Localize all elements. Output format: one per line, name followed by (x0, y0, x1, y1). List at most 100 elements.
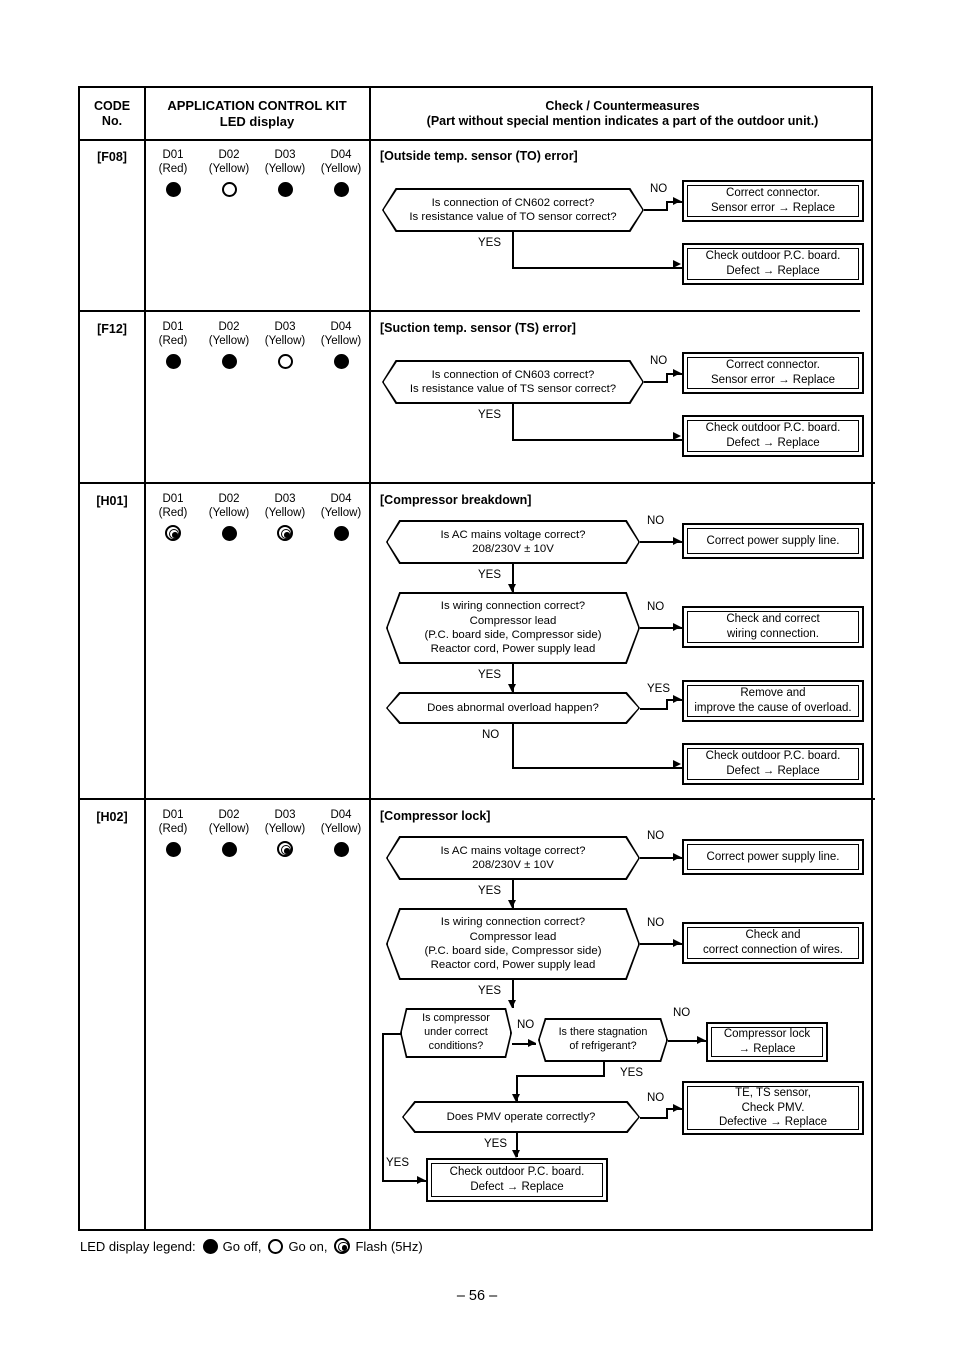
led-indicator: D04 (Yellow) (313, 320, 369, 372)
led-indicator: D03 (Yellow) (257, 808, 313, 860)
connector-line (512, 439, 684, 441)
error-code: [H02] (96, 810, 128, 824)
legend-off-label: Go off, (222, 1238, 262, 1254)
header-check-line1: Check / Countermeasures (545, 98, 700, 113)
result-line: Check outdoor P.C. board. (705, 750, 841, 763)
result-line: Defect → Replace (726, 765, 820, 777)
decision-node: Is there stagnation of refrigerant? (538, 1018, 668, 1062)
arrow-icon (673, 759, 681, 768)
arrow-icon (508, 584, 516, 592)
result-line: Check outdoor P.C. board. (705, 422, 841, 435)
branch-label-no: NO (647, 515, 665, 527)
branch-label-no: NO (650, 183, 668, 195)
table-row: [F12] D01 (Red) D02 (Yellow) D03 (Yellow… (80, 312, 875, 482)
led-label: D01 (162, 321, 184, 333)
led-on-icon (277, 353, 293, 369)
led-flash-icon (277, 525, 293, 542)
branch-label-yes: YES (647, 683, 671, 695)
led-label: D04 (330, 149, 352, 161)
arrow-icon (512, 1150, 520, 1158)
led-indicator: D02 (Yellow) (201, 148, 257, 200)
header-check-countermeasures: Check / Countermeasures (Part without sp… (370, 88, 875, 139)
led-indicator: D02 (Yellow) (201, 808, 257, 860)
decision-line: Does abnormal overload happen? (427, 701, 599, 714)
led-label: D03 (274, 809, 296, 821)
flow-title: [Suction temp. sensor (TS) error] (380, 321, 576, 335)
decision-node: Does abnormal overload happen? (386, 692, 640, 724)
result-line: Defective → Replace (718, 1116, 828, 1129)
result-line: Correct connector. (726, 187, 820, 200)
flowchart: [Outside temp. sensor (TO) error] Is con… (370, 140, 875, 310)
decision-node: Is AC mains voltage correct? 208/230V ± … (386, 520, 640, 564)
result-line: Check and (745, 929, 801, 942)
led-display-group: D01 (Red) D02 (Yellow) D03 (Yellow) D04 … (145, 148, 369, 200)
decision-line: Reactor cord, Power supply lead (430, 643, 596, 656)
result-line: Check and correct (726, 613, 820, 626)
decision-line: Is there stagnation (558, 1026, 648, 1039)
decision-line: Is resistance value of TO sensor correct… (409, 210, 617, 223)
led-off-icon (277, 181, 293, 197)
legend-flash-label: Flash (5Hz) (355, 1238, 423, 1254)
arrow-icon (673, 938, 681, 947)
led-color-label: (Yellow) (264, 163, 306, 176)
led-color-label: (Red) (158, 335, 188, 348)
result-line: TE, TS sensor, (735, 1086, 811, 1099)
decision-node: Is wiring connection correct? Compressor… (386, 908, 640, 980)
decision-node: Does PMV operate correctly? (402, 1101, 640, 1133)
led-label: D02 (218, 149, 240, 161)
led-display-group: D01 (Red) D02 (Yellow) D03 (Yellow) D04 … (145, 492, 369, 544)
result-box: Check outdoor P.C. board. Defect → Repla… (682, 743, 864, 785)
branch-label-no: NO (650, 355, 668, 367)
result-line: improve the cause of overload. (694, 702, 852, 714)
result-box: Correct power supply line. (682, 839, 864, 875)
flow-title: [Compressor breakdown] (380, 493, 532, 507)
result-line: Defect → Replace (726, 265, 820, 277)
decision-line: Is wiring connection correct? (440, 600, 586, 613)
led-indicator: D01 (Red) (145, 808, 201, 860)
led-off-icon (333, 181, 349, 197)
branch-label-no: NO (482, 729, 500, 741)
result-line: Defect → Replace (470, 1181, 564, 1193)
decision-line: Is AC mains voltage correct? (440, 528, 586, 541)
decision-line: Reactor cord, Power supply lead (430, 959, 596, 972)
led-indicator: D03 (Yellow) (257, 148, 313, 200)
result-box: Check outdoor P.C. board. Defect → Repla… (682, 415, 864, 457)
branch-label-no: NO (647, 830, 665, 842)
result-line: Check PMV. (741, 1101, 805, 1114)
branch-label-yes: YES (484, 1138, 508, 1150)
result-box: Correct power supply line. (682, 523, 864, 559)
flowchart: [Compressor lock] Is AC mains voltage co… (370, 800, 875, 1233)
arrow-icon (673, 259, 681, 268)
result-box: Remove and improve the cause of overload… (682, 680, 864, 722)
led-on-icon (221, 181, 237, 197)
connector-line (603, 1062, 605, 1076)
diagnostics-table: CODE No. APPLICATION CONTROL KIT LED dis… (78, 86, 875, 1233)
table-row: [H01] D01 (Red) D02 (Yellow) D03 (Yellow… (80, 484, 875, 798)
led-indicator: D01 (Red) (145, 148, 201, 200)
flow-title: [Outside temp. sensor (TO) error] (380, 149, 578, 163)
led-off-icon (221, 841, 237, 857)
led-label: D04 (330, 809, 352, 821)
arrow-icon (673, 536, 681, 545)
decision-line: of refrigerant? (569, 1039, 637, 1052)
decision-line: Is connection of CN603 correct? (431, 368, 595, 381)
flow-title: [Compressor lock] (380, 809, 491, 823)
arrow-icon (508, 1000, 516, 1008)
decision-line: under correct (424, 1026, 488, 1039)
led-off-icon (165, 353, 181, 369)
branch-label-yes: YES (478, 985, 502, 997)
led-indicator: D01 (Red) (145, 320, 201, 372)
result-line: Correct power supply line. (706, 850, 840, 863)
led-label: D01 (162, 149, 184, 161)
table-row: [H02] D01 (Red) D02 (Yellow) D03 (Yellow… (80, 800, 875, 1233)
table-row: [F08] D01 (Red) D02 (Yellow) D03 (Yellow… (80, 140, 875, 310)
led-off-icon (333, 841, 349, 857)
result-box: Check and correct connection of wires. (682, 922, 864, 964)
led-color-label: (Red) (158, 507, 188, 520)
led-off-icon (333, 353, 349, 369)
decision-line: Compressor lead (469, 930, 557, 943)
error-code: [H01] (96, 494, 128, 508)
led-label: D02 (218, 493, 240, 505)
arrow-icon (673, 852, 681, 861)
decision-node: Is AC mains voltage correct? 208/230V ± … (386, 836, 640, 880)
